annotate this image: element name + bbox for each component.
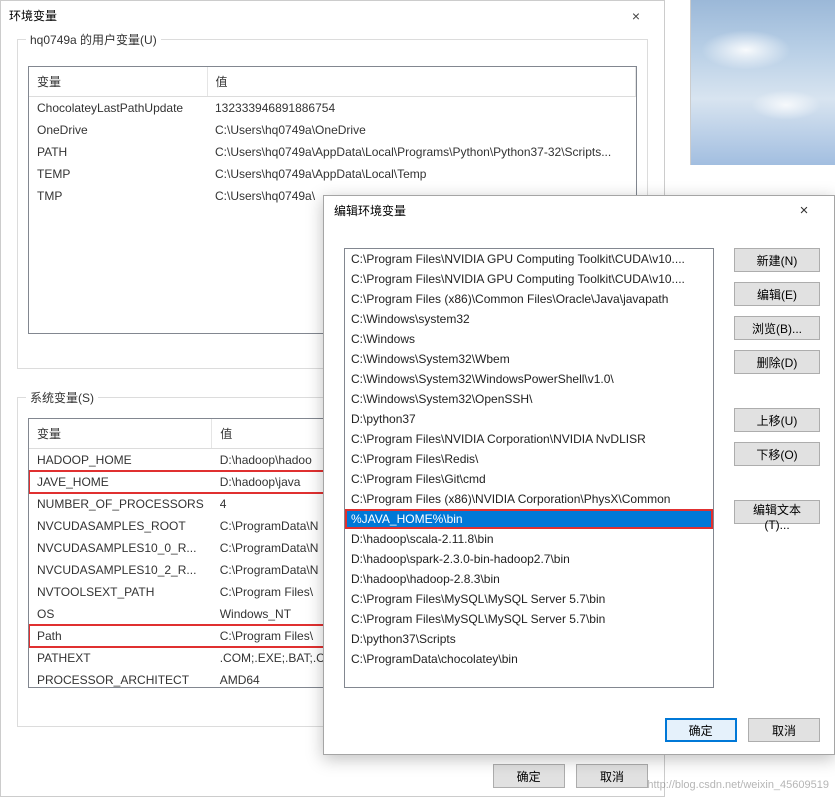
table-row[interactable]: PATHC:\Users\hq0749a\AppData\Local\Progr…: [29, 141, 636, 163]
list-item[interactable]: C:\Program Files\Git\cmd: [345, 469, 713, 489]
list-item[interactable]: D:\python37\Scripts: [345, 629, 713, 649]
table-row[interactable]: OneDriveC:\Users\hq0749a\OneDrive: [29, 119, 636, 141]
list-item[interactable]: C:\Program Files\NVIDIA Corporation\NVID…: [345, 429, 713, 449]
list-item[interactable]: C:\ProgramData\chocolatey\bin: [345, 649, 713, 669]
var-name: OS: [29, 603, 212, 625]
var-name: NVTOOLSEXT_PATH: [29, 581, 212, 603]
col-header-var[interactable]: 变量: [29, 67, 207, 97]
path-entries-list[interactable]: C:\Program Files\NVIDIA GPU Computing To…: [344, 248, 714, 688]
var-name: PATHEXT: [29, 647, 212, 669]
var-value: C:\Users\hq0749a\AppData\Local\Temp: [207, 163, 636, 185]
col-header-val[interactable]: 值: [207, 67, 636, 97]
dialog-title: 编辑环境变量: [334, 196, 406, 226]
edit-env-var-dialog: 编辑环境变量 × C:\Program Files\NVIDIA GPU Com…: [323, 195, 835, 755]
move-up-button[interactable]: 上移(U): [734, 408, 820, 432]
dialog-titlebar[interactable]: 编辑环境变量 ×: [324, 196, 834, 226]
var-name: NVCUDASAMPLES_ROOT: [29, 515, 212, 537]
var-name: NVCUDASAMPLES10_2_R...: [29, 559, 212, 581]
close-icon[interactable]: ×: [616, 1, 656, 31]
list-item[interactable]: C:\Windows: [345, 329, 713, 349]
var-name: OneDrive: [29, 119, 207, 141]
system-vars-label: 系统变量(S): [26, 389, 98, 406]
browse-button[interactable]: 浏览(B)...: [734, 316, 820, 340]
user-vars-table: 变量 值 ChocolateyLastPathUpdate13233394689…: [29, 67, 636, 207]
var-name: TMP: [29, 185, 207, 207]
ok-button[interactable]: 确定: [665, 718, 737, 742]
var-name: NVCUDASAMPLES10_0_R...: [29, 537, 212, 559]
list-item[interactable]: C:\Program Files (x86)\Common Files\Orac…: [345, 289, 713, 309]
var-name: ChocolateyLastPathUpdate: [29, 97, 207, 120]
var-value: C:\Users\hq0749a\OneDrive: [207, 119, 636, 141]
var-name: NUMBER_OF_PROCESSORS: [29, 493, 212, 515]
delete-button[interactable]: 删除(D): [734, 350, 820, 374]
dialog-button-row: 确定 取消: [485, 764, 648, 788]
list-item[interactable]: C:\Program Files (x86)\NVIDIA Corporatio…: [345, 489, 713, 509]
var-value: C:\Users\hq0749a\AppData\Local\Programs\…: [207, 141, 636, 163]
list-item[interactable]: C:\Program Files\MySQL\MySQL Server 5.7\…: [345, 589, 713, 609]
list-item[interactable]: C:\Windows\System32\WindowsPowerShell\v1…: [345, 369, 713, 389]
dialog-titlebar[interactable]: 环境变量 ×: [1, 1, 664, 31]
var-value: 132333946891886754: [207, 97, 636, 120]
edit-button[interactable]: 编辑(E): [734, 282, 820, 306]
list-item[interactable]: C:\Program Files\MySQL\MySQL Server 5.7\…: [345, 609, 713, 629]
var-name: TEMP: [29, 163, 207, 185]
ok-button[interactable]: 确定: [493, 764, 565, 788]
close-icon[interactable]: ×: [784, 196, 824, 226]
list-item[interactable]: D:\hadoop\spark-2.3.0-bin-hadoop2.7\bin: [345, 549, 713, 569]
list-item[interactable]: C:\Program Files\NVIDIA GPU Computing To…: [345, 269, 713, 289]
side-button-column: 新建(N) 编辑(E) 浏览(B)... 删除(D) 上移(U) 下移(O) 编…: [734, 248, 820, 524]
table-row[interactable]: TEMPC:\Users\hq0749a\AppData\Local\Temp: [29, 163, 636, 185]
var-name: PATH: [29, 141, 207, 163]
list-item[interactable]: %JAVA_HOME%\bin: [345, 509, 713, 529]
var-name: HADOOP_HOME: [29, 449, 212, 472]
var-name: Path: [29, 625, 212, 647]
list-item[interactable]: C:\Program Files\Redis\: [345, 449, 713, 469]
list-item[interactable]: D:\hadoop\scala-2.11.8\bin: [345, 529, 713, 549]
list-item[interactable]: C:\Program Files\NVIDIA GPU Computing To…: [345, 249, 713, 269]
var-name: JAVE_HOME: [29, 471, 212, 493]
user-vars-label: hq0749a 的用户变量(U): [26, 31, 161, 48]
watermark-text: http://blog.csdn.net/weixin_45609519: [647, 779, 829, 791]
list-item[interactable]: C:\Windows\System32\OpenSSH\: [345, 389, 713, 409]
var-name: PROCESSOR_ARCHITECT: [29, 669, 212, 688]
cancel-button[interactable]: 取消: [748, 718, 820, 742]
col-header-var[interactable]: 变量: [29, 419, 212, 449]
table-row[interactable]: ChocolateyLastPathUpdate1323339468918867…: [29, 97, 636, 120]
list-item[interactable]: D:\python37: [345, 409, 713, 429]
desktop-background: [690, 0, 835, 165]
move-down-button[interactable]: 下移(O): [734, 442, 820, 466]
edit-text-button[interactable]: 编辑文本(T)...: [734, 500, 820, 524]
cancel-button[interactable]: 取消: [576, 764, 648, 788]
list-item[interactable]: D:\hadoop\hadoop-2.8.3\bin: [345, 569, 713, 589]
list-item[interactable]: C:\Windows\System32\Wbem: [345, 349, 713, 369]
new-button[interactable]: 新建(N): [734, 248, 820, 272]
dialog-button-row: 确定 取消: [657, 718, 820, 742]
list-item[interactable]: C:\Windows\system32: [345, 309, 713, 329]
dialog-title: 环境变量: [9, 1, 57, 31]
